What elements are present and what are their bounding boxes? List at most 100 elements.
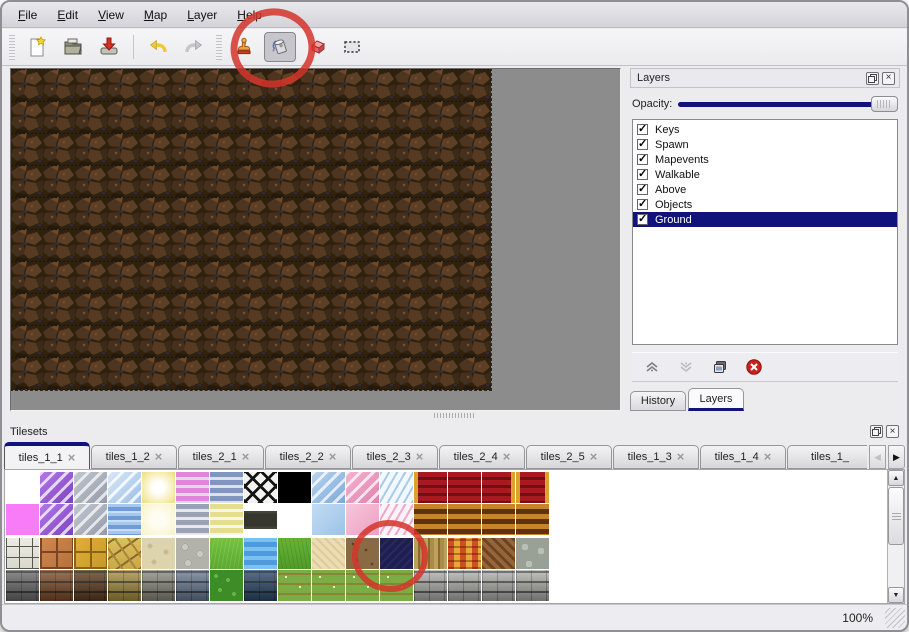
- tile-weave[interactable]: [448, 538, 481, 569]
- duplicate-layer-button[interactable]: [710, 357, 730, 377]
- delete-layer-button[interactable]: [744, 357, 764, 377]
- tile-carpet-red-lr[interactable]: [516, 472, 549, 503]
- tile-stripes-pink[interactable]: [176, 472, 209, 503]
- scrollbar-thumb[interactable]: [888, 487, 904, 545]
- tile-brick-lgray[interactable]: [516, 570, 549, 601]
- layer-row-walkable[interactable]: ✓Walkable: [633, 167, 897, 182]
- layer-row-spawn[interactable]: ✓Spawn: [633, 137, 897, 152]
- layer-row-mapevents[interactable]: ✓Mapevents: [633, 152, 897, 167]
- close-panel-icon[interactable]: ×: [886, 425, 899, 438]
- tile-grass-flowers[interactable]: [312, 570, 345, 601]
- scroll-up-button[interactable]: ▲: [888, 470, 904, 486]
- tile-stones-gray[interactable]: [516, 538, 549, 569]
- tile-carpet-orange[interactable]: [482, 504, 515, 535]
- tileset-tab-tiles_1_4[interactable]: tiles_1_4×: [700, 445, 786, 469]
- layer-visibility-checkbox[interactable]: ✓: [637, 139, 648, 150]
- menu-item-layer[interactable]: Layer: [177, 5, 227, 25]
- tile-glow-pale[interactable]: [142, 504, 175, 535]
- tile-water-anim[interactable]: [108, 504, 141, 535]
- tile-stripes-blue[interactable]: [210, 472, 243, 503]
- tile-pebble-gray[interactable]: [176, 538, 209, 569]
- tile-glass-gray[interactable]: [74, 472, 107, 503]
- layer-visibility-checkbox[interactable]: ✓: [637, 199, 648, 210]
- tile-brick-lgray[interactable]: [448, 570, 481, 601]
- tile-grass-flowers[interactable]: [278, 570, 311, 601]
- tile-grass2[interactable]: [278, 538, 311, 569]
- tab-close-icon[interactable]: ×: [155, 451, 163, 463]
- menu-item-help[interactable]: Help: [227, 5, 272, 25]
- tile-carpet-red[interactable]: [448, 472, 481, 503]
- tile-hedge[interactable]: [210, 570, 243, 601]
- menu-item-map[interactable]: Map: [134, 5, 177, 25]
- move-layer-up-button[interactable]: [642, 357, 662, 377]
- tile-carpet-orange[interactable]: [414, 504, 447, 535]
- tile-grass-flowers[interactable]: [346, 570, 379, 601]
- tile-curtain-blue[interactable]: [380, 472, 413, 503]
- tile-glass-pink[interactable]: [346, 472, 379, 503]
- menu-item-view[interactable]: View: [88, 5, 134, 25]
- tile-stripes-gray[interactable]: [176, 504, 209, 535]
- tile-grass[interactable]: [210, 538, 243, 569]
- toolbar-drag-handle[interactable]: [9, 34, 15, 60]
- scroll-down-button[interactable]: ▼: [888, 587, 904, 603]
- tile-tile-gold[interactable]: [74, 538, 107, 569]
- save-file-button[interactable]: [93, 32, 125, 62]
- opacity-slider[interactable]: [678, 102, 898, 107]
- tile-grass-flowers[interactable]: [380, 570, 413, 601]
- tile-stone-white[interactable]: [6, 538, 39, 569]
- map-painted-region[interactable]: [11, 69, 491, 390]
- menu-item-file[interactable]: File: [8, 5, 47, 25]
- tile-brick-dgray[interactable]: [6, 570, 39, 601]
- menu-item-edit[interactable]: Edit: [47, 5, 88, 25]
- resize-grip-icon[interactable]: [885, 608, 905, 628]
- open-file-button[interactable]: [57, 32, 89, 62]
- tile-sign[interactable]: [244, 504, 277, 535]
- tile-planks[interactable]: [414, 538, 447, 569]
- tile-tile-orange[interactable]: [40, 538, 73, 569]
- tileset-tab-tiles_2_4[interactable]: tiles_2_4×: [439, 445, 525, 469]
- tile-brick-lgray[interactable]: [414, 570, 447, 601]
- float-panel-icon[interactable]: [870, 425, 883, 438]
- tab-close-icon[interactable]: ×: [677, 451, 685, 463]
- tile-empty[interactable]: [6, 472, 39, 503]
- tileset-tab-tiles_2_5[interactable]: tiles_2_5×: [526, 445, 612, 469]
- tile-brick-olive[interactable]: [108, 570, 141, 601]
- float-panel-icon[interactable]: [866, 72, 879, 85]
- tile-brick-navy[interactable]: [244, 570, 277, 601]
- tile-glass-gray[interactable]: [74, 504, 107, 535]
- fill-tool-button[interactable]: [264, 32, 296, 62]
- tile-carpet-orange[interactable]: [516, 504, 549, 535]
- tile-blue-flat[interactable]: [312, 504, 345, 535]
- tab-scroll-right-button[interactable]: ▶: [888, 445, 905, 469]
- tileset-tab-tiles_1_2[interactable]: tiles_1_2×: [91, 445, 177, 469]
- tileset-tab-tiles_2_2[interactable]: tiles_2_2×: [265, 445, 351, 469]
- tile-pink-flat[interactable]: [346, 504, 379, 535]
- tile-dirt[interactable]: [346, 538, 379, 569]
- tile-pebble-beige[interactable]: [142, 538, 175, 569]
- tile-carpet-red-r[interactable]: [482, 472, 515, 503]
- tile-brick-blue[interactable]: [176, 570, 209, 601]
- tile-cobble[interactable]: [142, 570, 175, 601]
- tab-close-icon[interactable]: ×: [329, 451, 337, 463]
- undo-button[interactable]: [142, 32, 174, 62]
- tile-water[interactable]: [244, 538, 277, 569]
- tile-glass-purple[interactable]: [40, 504, 73, 535]
- tile-stone-yellow[interactable]: [108, 538, 141, 569]
- tile-lattice[interactable]: [244, 472, 277, 503]
- tile-sand[interactable]: [312, 538, 345, 569]
- toolbar-drag-handle[interactable]: [216, 34, 222, 60]
- new-file-button[interactable]: [21, 32, 53, 62]
- tile-carpet-orange[interactable]: [448, 504, 481, 535]
- tile-magenta[interactable]: [6, 504, 39, 535]
- tile-brick-brown[interactable]: [40, 570, 73, 601]
- dock-splitter[interactable]: [2, 411, 907, 420]
- layer-row-keys[interactable]: ✓Keys: [633, 122, 897, 137]
- dock-tab-layers[interactable]: Layers: [688, 388, 744, 411]
- close-panel-icon[interactable]: ×: [882, 72, 895, 85]
- tab-close-icon[interactable]: ×: [416, 451, 424, 463]
- tileset-tab-tiles_2_1[interactable]: tiles_2_1×: [178, 445, 264, 469]
- move-layer-down-button[interactable]: [676, 357, 696, 377]
- tileset-tab-tiles_2_3[interactable]: tiles_2_3×: [352, 445, 438, 469]
- tab-close-icon[interactable]: ×: [590, 451, 598, 463]
- tileset-tab-tiles_1_3[interactable]: tiles_1_3×: [613, 445, 699, 469]
